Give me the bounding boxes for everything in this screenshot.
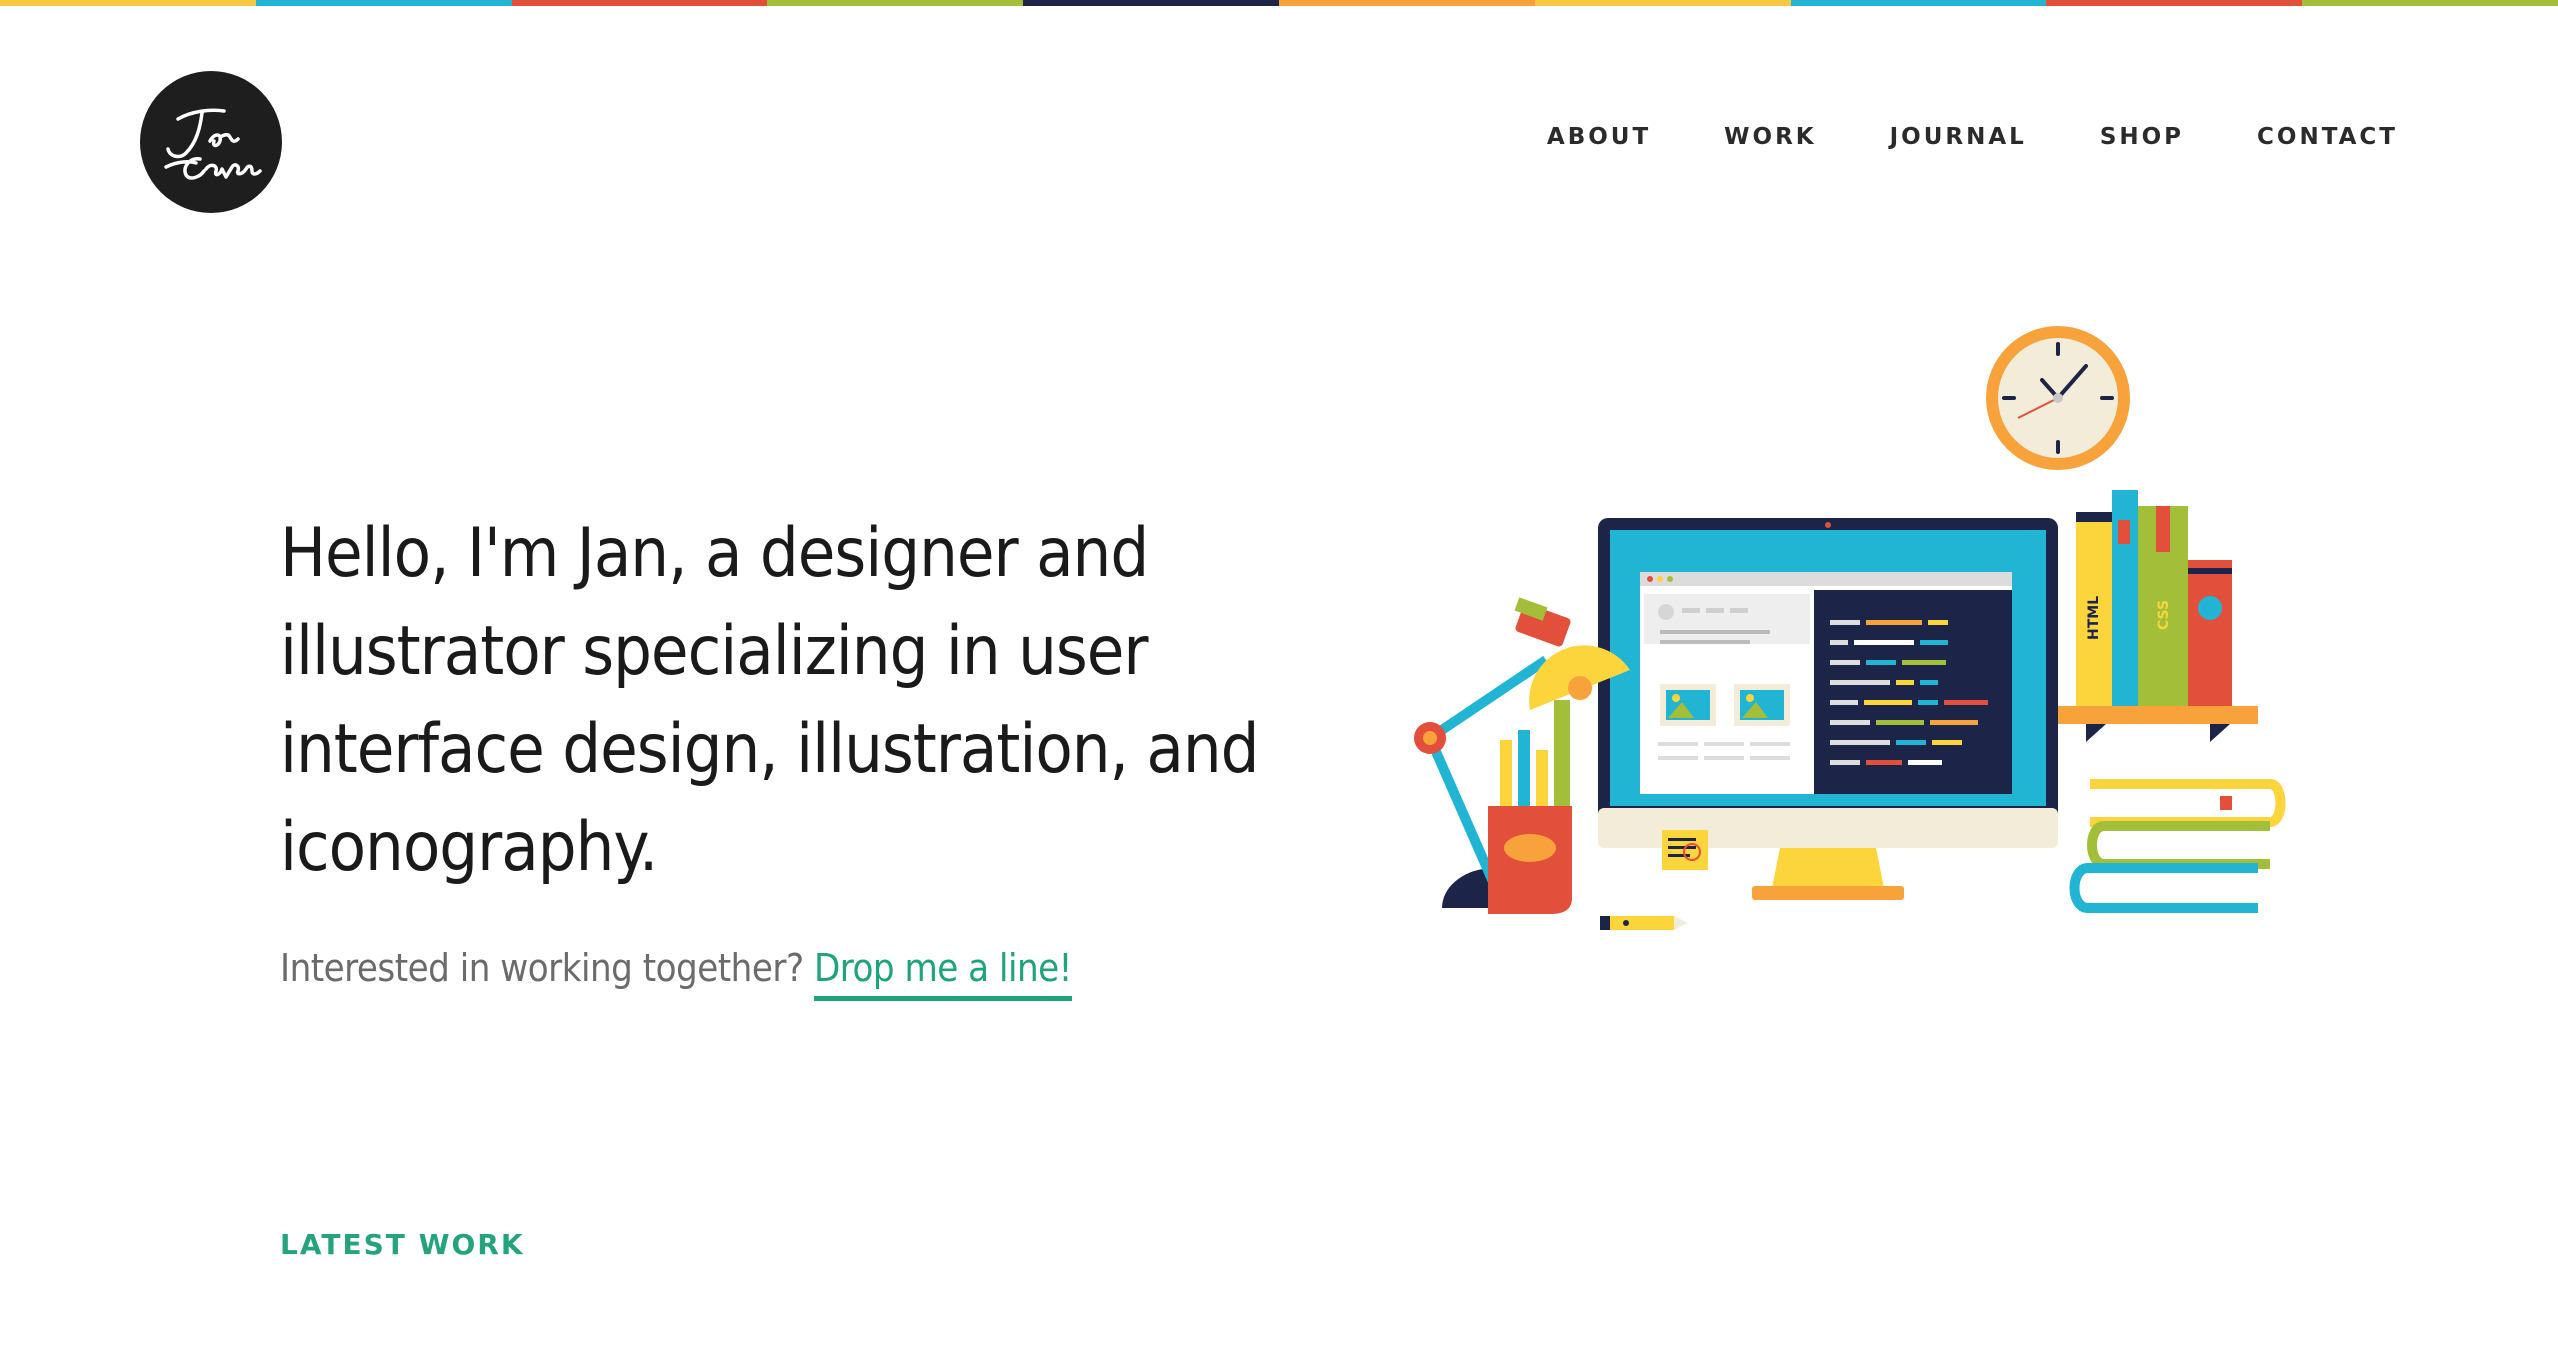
- nav-about-link[interactable]: ABOUT: [1547, 124, 1651, 150]
- stripe-segment: [0, 0, 256, 6]
- latest-work-heading: LATEST WORK: [280, 1228, 525, 1261]
- book-stack-icon: [2069, 779, 2286, 913]
- stripe-segment: [1278, 0, 1535, 6]
- workspace-illustration: HTML CSS: [1414, 326, 2286, 930]
- hero-headline: Hello, I'm Jan, a designer and illustrat…: [280, 514, 1260, 887]
- cta-line: Interested in working together? Drop me …: [280, 946, 1072, 1001]
- stripe-segment: [511, 0, 768, 6]
- bookshelf-icon: HTML CSS: [2058, 490, 2258, 742]
- nav-work-link[interactable]: WORK: [1724, 124, 1816, 150]
- signature-logo-icon: [164, 108, 262, 180]
- stripe-segment: [2302, 0, 2558, 6]
- book-css-label: CSS: [2156, 600, 2172, 630]
- main-navigation: ABOUT WORK JOURNAL SHOP CONTACT: [1547, 124, 2398, 150]
- nav-journal-link[interactable]: JOURNAL: [1890, 124, 2027, 150]
- stripe-segment: [1023, 0, 1279, 6]
- site-logo[interactable]: [140, 71, 282, 213]
- stripe-segment: [255, 0, 512, 6]
- desktop-monitor-icon: [1598, 518, 2058, 900]
- stripe-segment: [2046, 0, 2303, 6]
- nav-shop-link[interactable]: SHOP: [2100, 124, 2184, 150]
- cta-prefix: Interested in working together?: [280, 946, 804, 990]
- stripe-segment: [1790, 0, 2047, 6]
- stripe-segment: [1534, 0, 1791, 6]
- contact-cta-link[interactable]: Drop me a line!: [813, 946, 1072, 1001]
- pencil-cup-icon: [1488, 700, 1572, 914]
- pencil-icon: [1600, 916, 1688, 930]
- nav-contact-link[interactable]: CONTACT: [2257, 124, 2398, 150]
- wall-clock-icon: [1986, 326, 2130, 470]
- stripe-segment: [767, 0, 1024, 6]
- color-stripe-bar: [0, 0, 2558, 6]
- book-html-label: HTML: [2086, 596, 2102, 640]
